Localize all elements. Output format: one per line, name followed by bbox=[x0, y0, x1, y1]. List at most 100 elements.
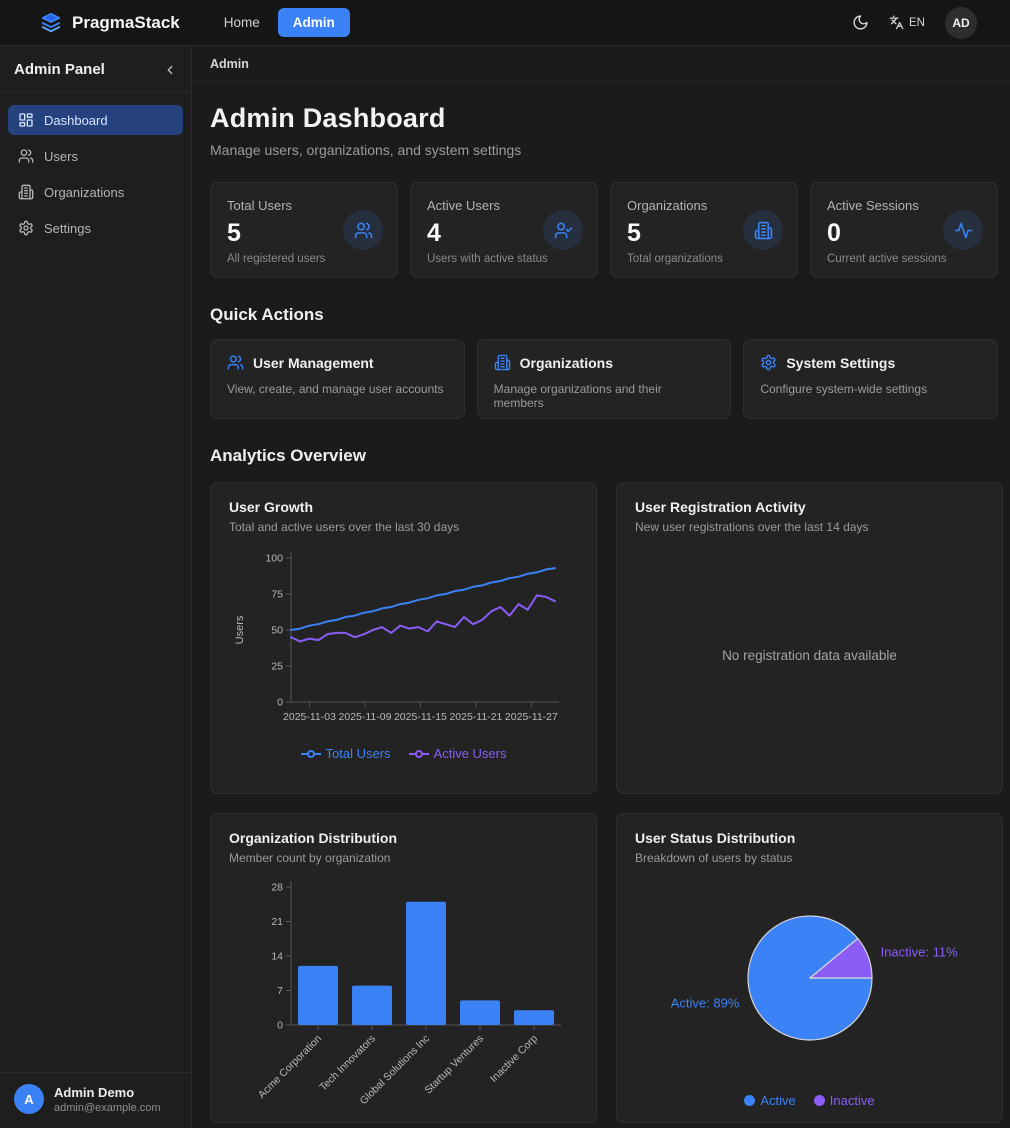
stat-caption: Total organizations bbox=[627, 253, 781, 265]
svg-text:25: 25 bbox=[271, 661, 283, 673]
sidebar-item-label: Users bbox=[44, 149, 78, 164]
legend-line-icon bbox=[301, 749, 321, 759]
user-status-pie-chart: Active: 89% Inactive: 11% bbox=[635, 875, 984, 1081]
users-icon bbox=[343, 210, 383, 250]
stat-caption: Current active sessions bbox=[827, 253, 981, 265]
sidebar-collapse-button[interactable] bbox=[163, 63, 177, 77]
quick-actions-grid: User Management View, create, and manage… bbox=[210, 339, 998, 419]
chart-subtitle: Member count by organization bbox=[229, 851, 578, 865]
legend-item: Total Users bbox=[301, 746, 391, 761]
user-name: Admin Demo bbox=[54, 1085, 161, 1100]
quick-action-title: Organizations bbox=[520, 355, 613, 371]
sidebar-item-organizations[interactable]: Organizations bbox=[8, 177, 183, 207]
legend-dot-icon bbox=[744, 1095, 755, 1106]
svg-text:2025-11-15: 2025-11-15 bbox=[394, 711, 447, 723]
stat-card-active-users: Active Users 4 Users with active status bbox=[410, 182, 598, 278]
page-subtitle: Manage users, organizations, and system … bbox=[210, 142, 998, 158]
chart-title: User Registration Activity bbox=[635, 499, 984, 515]
stat-caption: All registered users bbox=[227, 253, 381, 265]
sidebar-title: Admin Panel bbox=[14, 61, 105, 78]
user-check-icon bbox=[543, 210, 583, 250]
sidebar-header: Admin Panel bbox=[0, 46, 191, 93]
stats-grid: Total Users 5 All registered users Activ… bbox=[210, 182, 998, 278]
dashboard-icon bbox=[18, 112, 34, 128]
svg-text:Inactive Corp: Inactive Corp bbox=[488, 1033, 540, 1085]
dark-mode-toggle[interactable] bbox=[852, 14, 869, 31]
legend-item: Active Users bbox=[409, 746, 507, 761]
nav-link-admin[interactable]: Admin bbox=[278, 8, 350, 37]
quick-action-description: Manage organizations and their members bbox=[494, 382, 715, 410]
svg-text:Active: 89%: Active: 89% bbox=[671, 995, 740, 1010]
svg-text:2025-11-03: 2025-11-03 bbox=[283, 711, 336, 723]
legend-line-icon bbox=[409, 749, 429, 759]
breadcrumb-item-admin[interactable]: Admin bbox=[210, 57, 249, 71]
gear-icon bbox=[760, 354, 777, 371]
empty-state-message: No registration data available bbox=[722, 648, 897, 663]
quick-action-description: View, create, and manage user accounts bbox=[227, 382, 448, 396]
language-label: EN bbox=[909, 17, 925, 29]
registration-activity-card: User Registration Activity New user regi… bbox=[616, 482, 1003, 794]
legend-dot-icon bbox=[814, 1095, 825, 1106]
nav-link-home[interactable]: Home bbox=[216, 9, 268, 36]
dashboard-content: Admin Dashboard Manage users, organizati… bbox=[192, 82, 1010, 1128]
users-icon bbox=[18, 148, 34, 164]
svg-text:2025-11-09: 2025-11-09 bbox=[338, 711, 391, 723]
main-area: Admin Admin Dashboard Manage users, orga… bbox=[192, 46, 1010, 1128]
admin-sidebar: Admin Panel Dashboard Users bbox=[0, 46, 192, 1128]
legend-item: Inactive bbox=[814, 1093, 875, 1108]
sidebar-item-label: Organizations bbox=[44, 185, 124, 200]
users-icon bbox=[227, 354, 244, 371]
brand[interactable]: PragmaStack bbox=[40, 12, 180, 34]
primary-nav: Home Admin bbox=[216, 8, 350, 37]
sidebar-item-settings[interactable]: Settings bbox=[8, 213, 183, 243]
svg-text:7: 7 bbox=[277, 985, 283, 997]
gear-icon bbox=[18, 220, 34, 236]
page-title: Admin Dashboard bbox=[210, 103, 998, 134]
org-distribution-card: Organization Distribution Member count b… bbox=[210, 813, 597, 1123]
sidebar-item-label: Dashboard bbox=[44, 113, 108, 128]
activity-icon bbox=[943, 210, 983, 250]
quick-action-organizations[interactable]: Organizations Manage organizations and t… bbox=[477, 339, 732, 419]
sidebar-item-users[interactable]: Users bbox=[8, 141, 183, 171]
stat-card-total-users: Total Users 5 All registered users bbox=[210, 182, 398, 278]
stat-card-organizations: Organizations 5 Total organizations bbox=[610, 182, 798, 278]
chart-subtitle: Total and active users over the last 30 … bbox=[229, 520, 578, 534]
breadcrumb: Admin bbox=[192, 46, 1010, 82]
moon-icon bbox=[852, 14, 869, 31]
chart-title: User Status Distribution bbox=[635, 830, 984, 846]
sidebar-item-dashboard[interactable]: Dashboard bbox=[8, 105, 183, 135]
svg-text:100: 100 bbox=[265, 553, 283, 565]
svg-text:Inactive: 11%: Inactive: 11% bbox=[881, 945, 959, 960]
quick-actions-heading: Quick Actions bbox=[210, 305, 998, 325]
svg-text:21: 21 bbox=[271, 916, 283, 928]
navbar-actions: EN AD bbox=[852, 7, 977, 39]
user-email: admin@example.com bbox=[54, 1102, 161, 1114]
user-avatar[interactable]: AD bbox=[945, 7, 977, 39]
svg-text:75: 75 bbox=[271, 589, 283, 601]
building-icon bbox=[18, 184, 34, 200]
chart-title: User Growth bbox=[229, 499, 578, 515]
svg-text:0: 0 bbox=[277, 1020, 283, 1032]
quick-action-user-management[interactable]: User Management View, create, and manage… bbox=[210, 339, 465, 419]
sidebar-user-info[interactable]: A Admin Demo admin@example.com bbox=[0, 1072, 191, 1128]
chart-title: Organization Distribution bbox=[229, 830, 578, 846]
user-growth-legend: Total Users Active Users bbox=[229, 746, 578, 761]
svg-text:Users: Users bbox=[234, 615, 246, 644]
charts-grid: User Growth Total and active users over … bbox=[210, 482, 998, 1123]
svg-text:2025-11-21: 2025-11-21 bbox=[449, 711, 502, 723]
quick-action-system-settings[interactable]: System Settings Configure system-wide se… bbox=[743, 339, 998, 419]
sidebar-nav: Dashboard Users Organizations Settings bbox=[0, 93, 191, 255]
stat-card-active-sessions: Active Sessions 0 Current active session… bbox=[810, 182, 998, 278]
user-avatar-initial: A bbox=[14, 1084, 44, 1114]
svg-text:Tech Innovators: Tech Innovators bbox=[317, 1033, 378, 1094]
quick-action-title: System Settings bbox=[786, 355, 895, 371]
user-growth-line-chart: 02550751002025-11-032025-11-092025-11-15… bbox=[229, 544, 578, 734]
language-selector[interactable]: EN bbox=[889, 15, 925, 30]
sidebar-item-label: Settings bbox=[44, 221, 91, 236]
languages-icon bbox=[889, 15, 904, 30]
org-distribution-bar-chart: 07142128Acme CorporationTech InnovatorsG… bbox=[229, 875, 578, 1107]
svg-text:2025-11-27: 2025-11-27 bbox=[505, 711, 558, 723]
svg-text:Acme Corporation: Acme Corporation bbox=[256, 1033, 324, 1101]
layers-logo-icon bbox=[40, 12, 62, 34]
user-growth-card: User Growth Total and active users over … bbox=[210, 482, 597, 794]
